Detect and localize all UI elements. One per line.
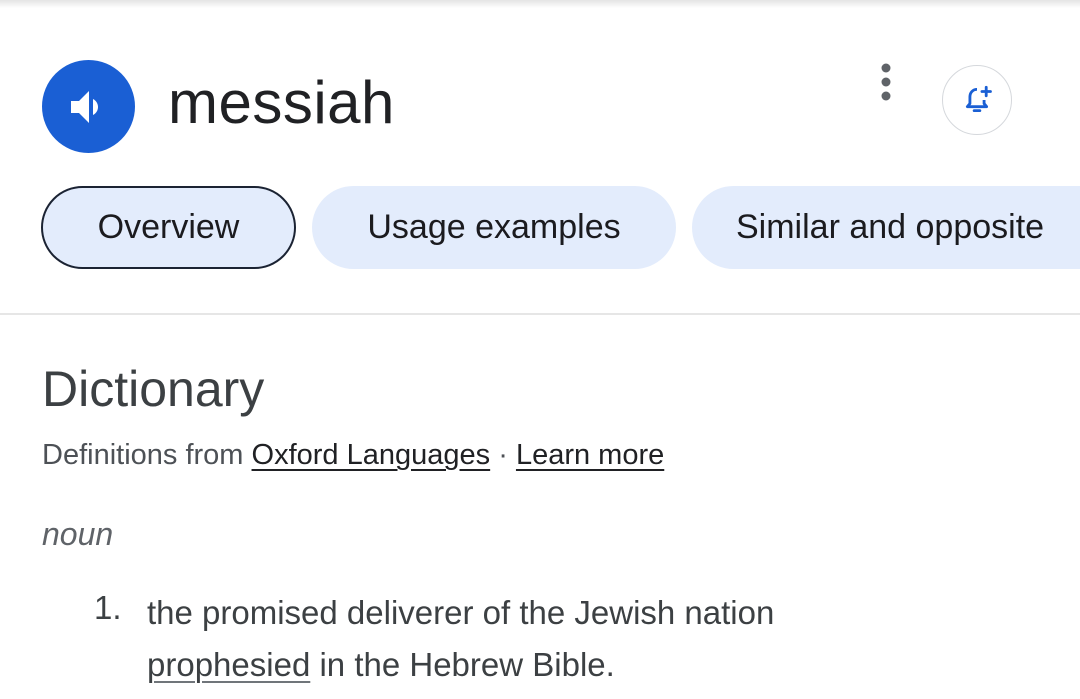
definition-number: 1. <box>94 589 122 626</box>
headword: messiah <box>168 69 395 136</box>
dictionary-heading: Dictionary <box>42 361 265 417</box>
dictionary-source: Definitions from Oxford Languages · Lear… <box>42 436 664 474</box>
source-prefix: Definitions from <box>42 439 244 471</box>
tab-similar-and-opposite-label: Similar and opposite <box>736 208 1045 246</box>
definition-text-part2: in the Hebrew Bible. <box>319 646 615 683</box>
top-shadow <box>0 0 1080 8</box>
oxford-languages-link[interactable]: Oxford Languages <box>252 439 491 471</box>
tab-usage-examples-label: Usage examples <box>367 208 621 246</box>
section-divider <box>0 313 1080 315</box>
definition-text-part1: the promised deliverer of the Jewish nat… <box>147 594 775 631</box>
more-options-button[interactable] <box>866 60 906 104</box>
part-of-speech: noun <box>42 516 114 552</box>
learn-more-link[interactable]: Learn more <box>516 439 664 471</box>
tab-similar-and-opposite[interactable]: Similar and opposite <box>692 186 1080 269</box>
tab-overview-label: Overview <box>97 208 240 246</box>
definition-text: the promised deliverer of the Jewish nat… <box>147 587 907 691</box>
add-alert-button[interactable] <box>942 65 1012 135</box>
more-vert-icon <box>881 63 891 101</box>
volume-icon <box>70 90 98 123</box>
pronunciation-button[interactable] <box>42 60 135 153</box>
add-alert-icon <box>965 85 992 113</box>
source-separator: · <box>498 439 508 471</box>
definition-link-prophesied[interactable]: prophesied <box>147 646 310 683</box>
tab-overview[interactable]: Overview <box>41 186 296 269</box>
tab-usage-examples[interactable]: Usage examples <box>312 186 676 269</box>
